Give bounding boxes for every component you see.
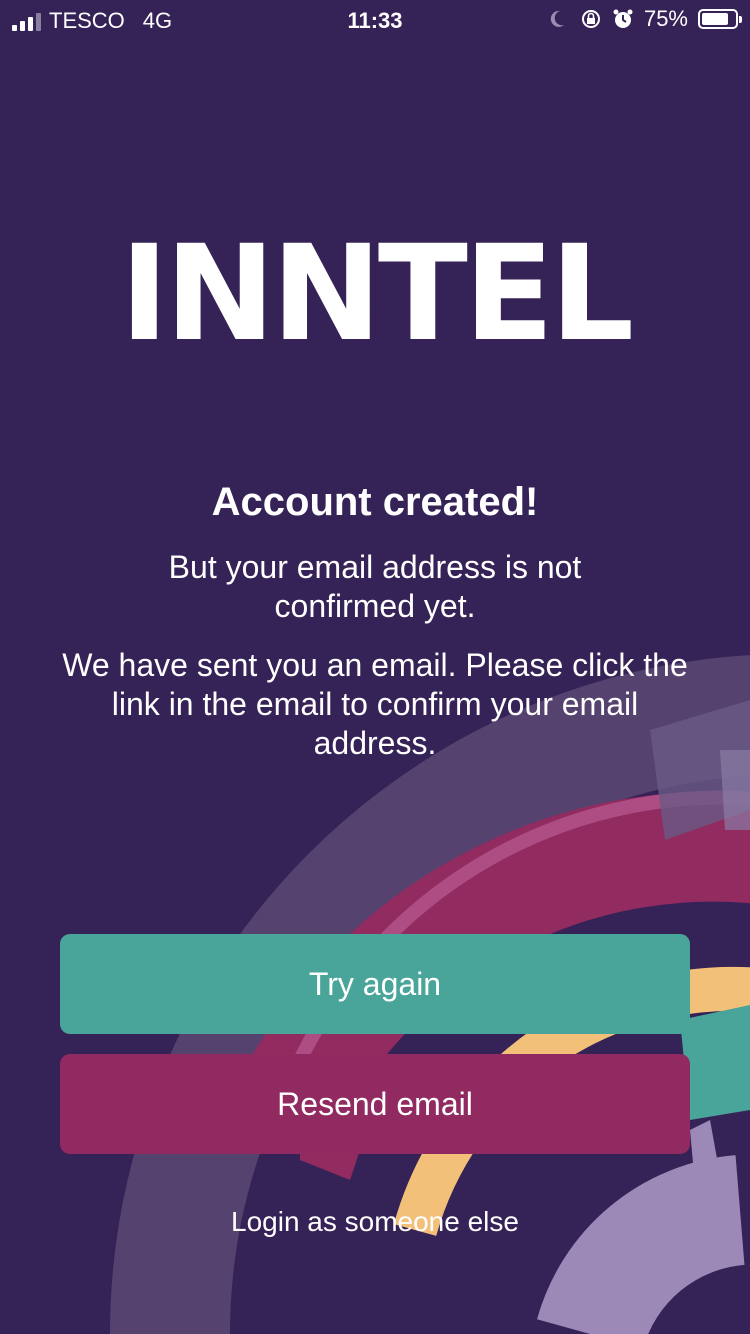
status-right: 75% (550, 6, 742, 32)
page-title: Account created! (211, 480, 539, 524)
try-again-button[interactable]: Try again (60, 934, 690, 1034)
confirmation-message: But your email address is not confirmed … (168, 549, 582, 624)
resend-email-button[interactable]: Resend email (60, 1054, 690, 1154)
alarm-icon (613, 9, 633, 28)
instruction-message: We have sent you an email. Please click … (62, 647, 688, 761)
battery-percent: 75% (643, 6, 688, 31)
status-bar: TESCO 4G 11:33 75% (0, 0, 750, 40)
moon-icon (550, 10, 564, 27)
rotation-lock-icon (581, 10, 600, 28)
login-as-someone-else-link[interactable]: Login as someone else (0, 1206, 750, 1238)
battery-icon (698, 9, 742, 29)
inntel-logo: INNTEL (119, 217, 634, 371)
